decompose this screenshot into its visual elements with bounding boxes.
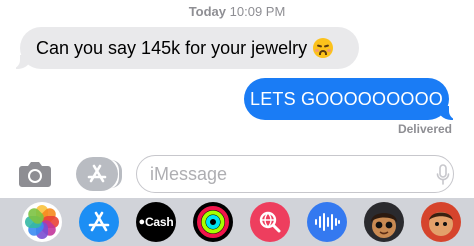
message-input[interactable]: iMessage (136, 155, 454, 193)
photos-icon (22, 202, 62, 242)
outgoing-message-bubble[interactable]: LETS GOOOOOOOOO (244, 78, 463, 120)
timestamp-day: Today (188, 4, 227, 19)
app-store-icon (88, 211, 110, 232)
dictation-button[interactable] (436, 164, 450, 186)
timestamp-time: 10:09 PM (229, 4, 286, 19)
app-store-icon (87, 164, 107, 183)
app-drawer: ● Cash (0, 198, 474, 246)
memoji-app-button[interactable] (364, 202, 404, 242)
microphone-icon (436, 164, 450, 185)
camera-icon (19, 162, 51, 187)
incoming-message-bubble[interactable]: Can you say 145k for your jewelry (6, 27, 359, 69)
audio-waveform-icon (315, 213, 340, 231)
conversation-timestamp: Today 10:09 PM (0, 4, 474, 19)
outgoing-message-text: LETS GOOOOOOOOO (249, 88, 444, 109)
memoji-stickers-icon (429, 212, 453, 236)
photos-app-button[interactable] (22, 202, 62, 242)
camera-button[interactable] (18, 160, 52, 188)
app-store-app-button[interactable] (79, 202, 119, 242)
incoming-message-text: Can you say 145k for your jewelry (36, 37, 308, 58)
message-input-placeholder: iMessage (150, 163, 228, 184)
compose-bar: iMessage (0, 152, 474, 196)
delivery-status: Delivered (397, 122, 452, 136)
web-search-app-button[interactable] (250, 202, 290, 242)
apple-cash-label: Cash (144, 215, 174, 229)
activity-app-button[interactable] (193, 202, 233, 242)
memoji-icon (371, 213, 397, 238)
imessage-conversation: Today 10:09 PM Can you say 145k for your… (0, 0, 474, 246)
apps-button[interactable] (76, 157, 122, 191)
web-search-icon (259, 211, 281, 233)
worried-face-emoji (313, 38, 334, 58)
activity-rings-icon (197, 206, 229, 238)
audio-message-app-button[interactable] (307, 202, 347, 242)
memoji-stickers-app-button[interactable] (421, 202, 461, 242)
apple-cash-app-button[interactable]: ● Cash (136, 202, 176, 242)
